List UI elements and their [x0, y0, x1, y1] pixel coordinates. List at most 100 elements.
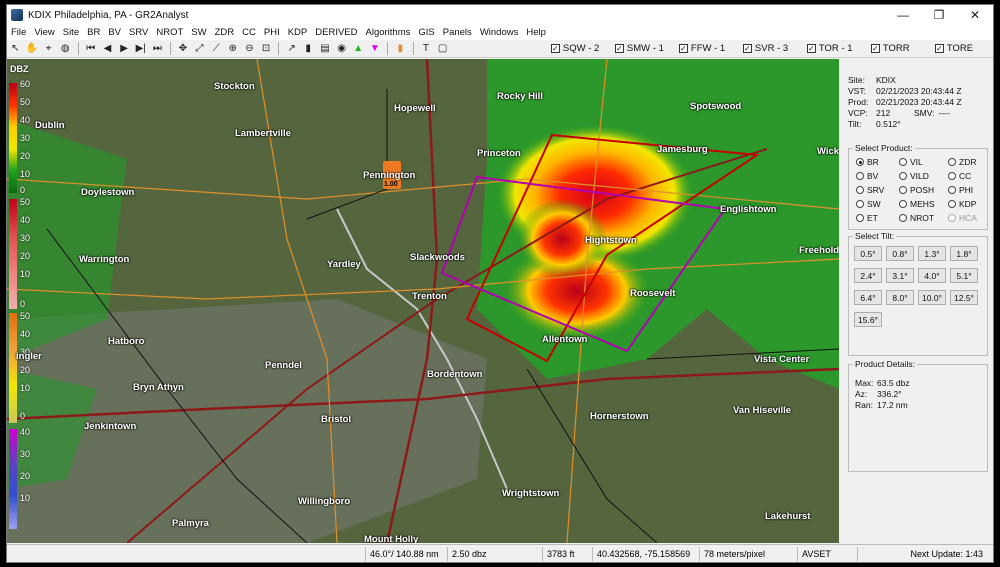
- checkbox-icon[interactable]: ✓: [934, 44, 944, 53]
- tilt-button[interactable]: 15.6°: [854, 312, 882, 327]
- warning-toggle-torr[interactable]: ✓ TORR: [870, 43, 929, 54]
- menu-algorithms[interactable]: Algorithms: [362, 27, 415, 38]
- radio-icon[interactable]: [899, 186, 907, 194]
- tilt-button[interactable]: 4.0°: [918, 268, 946, 283]
- play-icon[interactable]: ▶: [118, 42, 131, 56]
- pointer-tool-icon[interactable]: ↖: [9, 42, 22, 56]
- radio-icon[interactable]: [948, 214, 956, 222]
- menu-derived[interactable]: DERIVED: [311, 27, 361, 38]
- menu-sw[interactable]: SW: [187, 27, 210, 38]
- menu-nrot[interactable]: NROT: [152, 27, 187, 38]
- checkbox-icon[interactable]: ✓: [550, 44, 560, 53]
- product-radio-hca[interactable]: HCA: [948, 213, 977, 223]
- radio-icon[interactable]: [856, 158, 864, 166]
- warning-toggle-tore[interactable]: ✓ TORE: [934, 43, 993, 54]
- globe-icon[interactable]: ◍: [59, 42, 72, 56]
- radio-icon[interactable]: [948, 158, 956, 166]
- radio-icon[interactable]: [856, 186, 864, 194]
- checkbox-icon[interactable]: ✓: [614, 44, 624, 53]
- product-radio-et[interactable]: ET: [856, 213, 878, 223]
- step-forward-icon[interactable]: ▶|: [134, 42, 147, 56]
- cross-section-icon[interactable]: ⟋: [210, 42, 223, 56]
- tilt-button[interactable]: 10.0°: [918, 290, 946, 305]
- pan-icon[interactable]: ✥: [177, 42, 190, 56]
- menu-phi[interactable]: PHI: [260, 27, 284, 38]
- menu-help[interactable]: Help: [522, 27, 550, 38]
- tilt-button[interactable]: 8.0°: [886, 290, 914, 305]
- first-frame-icon[interactable]: ⏮: [84, 42, 97, 56]
- storm-track-icon[interactable]: ◉: [335, 42, 348, 56]
- last-frame-icon[interactable]: ⏭: [151, 42, 164, 56]
- tilt-button[interactable]: 0.5°: [854, 246, 882, 261]
- tilt-button[interactable]: 3.1°: [886, 268, 914, 283]
- menu-panels[interactable]: Panels: [439, 27, 476, 38]
- radar-map[interactable]: DBZ 60 50 40 30 20 10 0 50 40 30 20 10 0…: [7, 59, 839, 543]
- radio-icon[interactable]: [856, 172, 864, 180]
- warning-toggle-tor[interactable]: ✓ TOR - 1: [806, 43, 865, 54]
- product-radio-bv[interactable]: BV: [856, 171, 878, 181]
- menu-bv[interactable]: BV: [104, 27, 125, 38]
- maximize-button[interactable]: ❐: [921, 8, 957, 22]
- checkbox-icon[interactable]: ✓: [870, 44, 880, 53]
- product-radio-mehs[interactable]: MEHS: [899, 199, 935, 209]
- product-radio-posh[interactable]: POSH: [899, 185, 934, 195]
- checkbox-icon[interactable]: ✓: [806, 44, 816, 53]
- radio-icon[interactable]: [948, 172, 956, 180]
- placefile-icon[interactable]: ▮: [394, 42, 407, 56]
- radio-icon[interactable]: [856, 200, 864, 208]
- color-table-icon[interactable]: ▮: [302, 42, 315, 56]
- zoom-out-icon[interactable]: ⊖: [243, 42, 256, 56]
- menu-kdp[interactable]: KDP: [284, 27, 312, 38]
- radio-icon[interactable]: [899, 172, 907, 180]
- step-back-icon[interactable]: ◀: [101, 42, 114, 56]
- menu-br[interactable]: BR: [83, 27, 104, 38]
- tilt-button[interactable]: 1.8°: [950, 246, 978, 261]
- menu-srv[interactable]: SRV: [125, 27, 152, 38]
- product-radio-zdr[interactable]: ZDR: [948, 157, 976, 167]
- radio-icon[interactable]: [899, 158, 907, 166]
- warning-toggle-svr[interactable]: ✓ SVR - 3: [742, 43, 801, 54]
- tilt-button[interactable]: 6.4°: [854, 290, 882, 305]
- radio-icon[interactable]: [899, 214, 907, 222]
- product-radio-br[interactable]: BR: [856, 157, 879, 167]
- measure-icon[interactable]: ⤢: [193, 42, 206, 56]
- tilt-button[interactable]: 1.3°: [918, 246, 946, 261]
- radio-icon[interactable]: [948, 186, 956, 194]
- close-button[interactable]: ✕: [957, 8, 993, 22]
- menu-windows[interactable]: Windows: [476, 27, 523, 38]
- tilt-button[interactable]: 0.8°: [886, 246, 914, 261]
- zoom-in-icon[interactable]: ⊕: [227, 42, 240, 56]
- menu-site[interactable]: Site: [59, 27, 83, 38]
- radio-icon[interactable]: [899, 200, 907, 208]
- frame-icon[interactable]: ▢: [436, 42, 449, 56]
- meso-triangle-icon[interactable]: ▼: [369, 42, 382, 56]
- warning-toggle-sqw[interactable]: ✓ SQW - 2: [550, 43, 609, 54]
- menu-zdr[interactable]: ZDR: [211, 27, 239, 38]
- warning-toggle-ffw[interactable]: ✓ FFW - 1: [678, 43, 737, 54]
- product-radio-srv[interactable]: SRV: [856, 185, 884, 195]
- product-radio-nrot[interactable]: NROT: [899, 213, 934, 223]
- menu-file[interactable]: File: [7, 27, 30, 38]
- radio-icon[interactable]: [948, 200, 956, 208]
- radio-icon[interactable]: [856, 214, 864, 222]
- hail-triangle-icon[interactable]: ▲: [352, 42, 365, 56]
- product-radio-sw[interactable]: SW: [856, 199, 881, 209]
- checkbox-icon[interactable]: ✓: [678, 44, 688, 53]
- tilt-button[interactable]: 5.1°: [950, 268, 978, 283]
- menu-gis[interactable]: GIS: [414, 27, 438, 38]
- minimize-button[interactable]: —: [885, 8, 921, 22]
- product-radio-kdp[interactable]: KDP: [948, 199, 976, 209]
- hand-tool-icon[interactable]: ✋: [26, 42, 39, 56]
- menu-view[interactable]: View: [30, 27, 58, 38]
- tilt-button[interactable]: 2.4°: [854, 268, 882, 283]
- text-tool-icon[interactable]: T: [420, 42, 433, 56]
- checkbox-icon[interactable]: ✓: [742, 44, 752, 53]
- product-radio-cc[interactable]: CC: [948, 171, 971, 181]
- arrow-tool-icon[interactable]: ↗: [285, 42, 298, 56]
- warning-toggle-smw[interactable]: ✓ SMW - 1: [614, 43, 673, 54]
- zoom-box-icon[interactable]: ⊡: [260, 42, 273, 56]
- site-select-icon[interactable]: ⌖: [42, 42, 55, 56]
- product-radio-phi[interactable]: PHI: [948, 185, 973, 195]
- tilt-button[interactable]: 12.5°: [950, 290, 978, 305]
- menu-cc[interactable]: CC: [238, 27, 260, 38]
